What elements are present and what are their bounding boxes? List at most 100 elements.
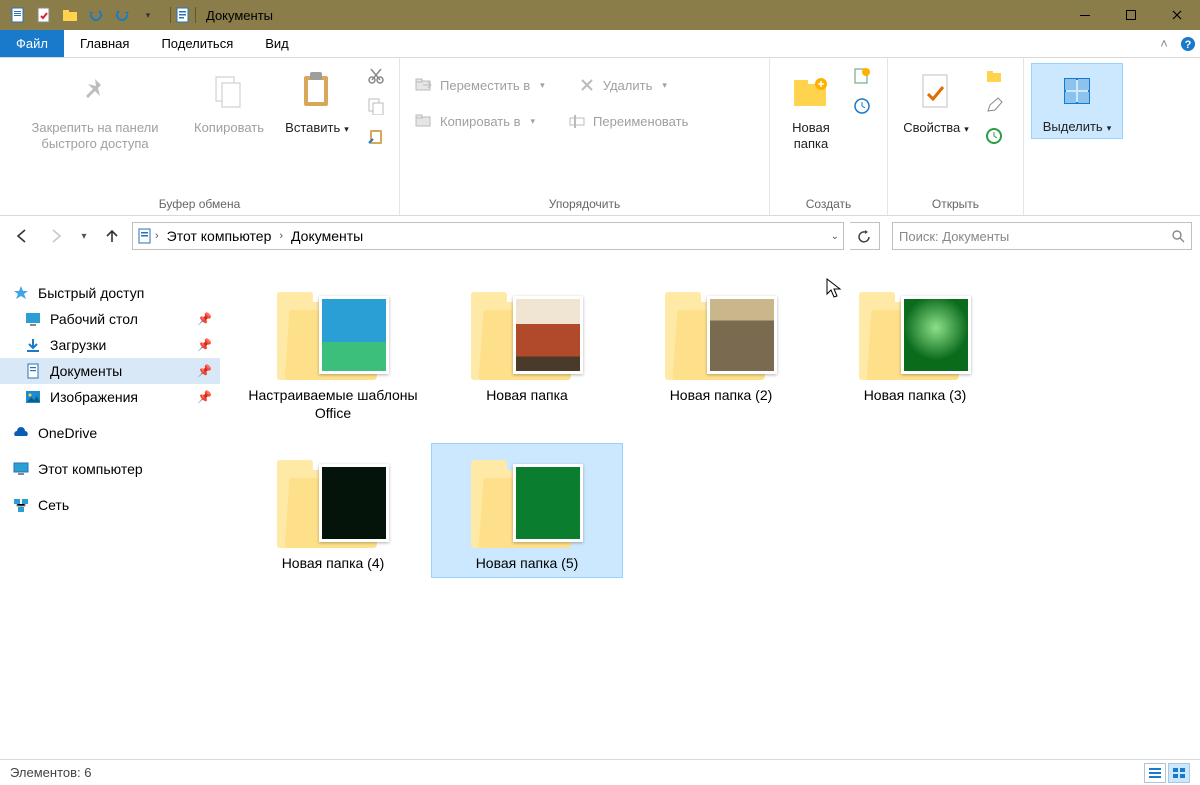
pin-icon: 📌 xyxy=(197,364,212,378)
history-button[interactable] xyxy=(982,124,1006,148)
view-details-button[interactable] xyxy=(1144,763,1166,783)
history-icon xyxy=(985,127,1003,145)
edit-icon xyxy=(985,97,1003,115)
qat-dropdown-icon[interactable]: ▾ xyxy=(138,5,158,25)
move-to-button[interactable]: Переместить в xyxy=(408,72,551,98)
title-separator xyxy=(170,7,171,23)
qat-properties-icon[interactable] xyxy=(34,5,54,25)
new-item-icon xyxy=(853,67,871,85)
folder-thumbnail xyxy=(855,280,975,380)
tab-view[interactable]: Вид xyxy=(249,30,305,57)
search-box[interactable]: Поиск: Документы xyxy=(892,222,1192,250)
address-bar[interactable]: › Этот компьютер › Документы ⌄ xyxy=(132,222,844,250)
pin-to-quick-access-button[interactable]: Закрепить на панели быстрого доступа xyxy=(8,64,182,157)
delete-icon xyxy=(577,75,597,95)
sidebar-item-documents[interactable]: Документы 📌 xyxy=(0,358,220,384)
sidebar-quick-access-label: Быстрый доступ xyxy=(38,285,144,301)
sidebar-quick-access[interactable]: Быстрый доступ xyxy=(0,280,220,306)
ribbon-group-clipboard-label: Буфер обмена xyxy=(0,195,399,215)
downloads-icon xyxy=(24,336,42,354)
titlebar: ▾ Документы xyxy=(0,0,1200,30)
back-button[interactable] xyxy=(8,222,36,250)
breadcrumb-root[interactable]: Этот компьютер xyxy=(161,228,278,244)
details-view-icon xyxy=(1148,767,1162,779)
sidebar-onedrive[interactable]: OneDrive xyxy=(0,420,220,446)
qat-redo-icon[interactable] xyxy=(112,5,132,25)
rename-icon xyxy=(567,111,587,131)
recent-locations-button[interactable]: ▾ xyxy=(76,222,92,250)
star-icon xyxy=(12,284,30,302)
folder-item[interactable]: Новая папка xyxy=(432,276,622,426)
folder-item[interactable]: Новая папка (3) xyxy=(820,276,1010,426)
folder-item[interactable]: Новая папка (2) xyxy=(626,276,816,426)
folder-item[interactable]: Новая папка (4) xyxy=(238,444,428,576)
qat-new-folder-icon[interactable] xyxy=(60,5,80,25)
ribbon-group-open-label: Открыть xyxy=(888,195,1023,215)
refresh-button[interactable] xyxy=(850,222,880,250)
folder-item-label: Новая папка (3) xyxy=(864,386,967,404)
sidebar-item-pictures[interactable]: Изображения 📌 xyxy=(0,384,220,410)
window-title: Документы xyxy=(200,8,273,23)
ribbon-group-new-label: Создать xyxy=(770,195,887,215)
file-list[interactable]: Настраиваемые шаблоны Office Новая папка… xyxy=(220,256,1200,759)
paste-shortcut-icon xyxy=(367,127,385,145)
rename-button[interactable]: Переименовать xyxy=(561,108,694,134)
new-folder-button[interactable]: Новая папка xyxy=(778,64,844,157)
tab-home[interactable]: Главная xyxy=(64,30,145,57)
copy-to-button[interactable]: Копировать в xyxy=(408,108,541,134)
cut-button[interactable] xyxy=(364,64,388,88)
delete-button[interactable]: Удалить xyxy=(571,72,673,98)
folder-item-label: Настраиваемые шаблоны Office xyxy=(243,386,423,422)
sidebar-network[interactable]: Сеть xyxy=(0,492,220,518)
tab-file[interactable]: Файл xyxy=(0,30,64,57)
folder-item[interactable]: Настраиваемые шаблоны Office xyxy=(238,276,428,426)
folder-item-label: Новая папка (4) xyxy=(282,554,385,572)
maximize-button[interactable] xyxy=(1108,0,1154,30)
ribbon-collapse-button[interactable]: ˄ xyxy=(1152,30,1176,57)
address-dropdown-icon[interactable]: ⌄ xyxy=(831,231,839,242)
up-button[interactable] xyxy=(98,222,126,250)
delete-label: Удалить xyxy=(603,78,653,93)
desktop-icon xyxy=(24,310,42,328)
folder-thumbnail xyxy=(467,448,587,548)
edit-button[interactable] xyxy=(982,94,1006,118)
onedrive-icon xyxy=(12,424,30,442)
ribbon-group-clipboard: Закрепить на панели быстрого доступа Коп… xyxy=(0,58,400,215)
new-item-button[interactable] xyxy=(850,64,874,88)
qat-undo-icon[interactable] xyxy=(86,5,106,25)
sidebar-item-downloads[interactable]: Загрузки 📌 xyxy=(0,332,220,358)
paste-label: Вставить xyxy=(285,120,349,136)
breadcrumb-current[interactable]: Документы xyxy=(285,228,369,244)
select-label: Выделить xyxy=(1043,119,1112,135)
properties-button[interactable]: Свойства xyxy=(896,64,976,140)
breadcrumb-sep-icon[interactable]: › xyxy=(279,230,283,242)
sidebar-item-label: Рабочий стол xyxy=(50,311,138,327)
easy-access-button[interactable] xyxy=(850,94,874,118)
tab-share[interactable]: Поделиться xyxy=(145,30,249,57)
paste-shortcut-button[interactable] xyxy=(364,124,388,148)
minimize-button[interactable] xyxy=(1062,0,1108,30)
copy-path-button[interactable] xyxy=(364,94,388,118)
view-large-icons-button[interactable] xyxy=(1168,763,1190,783)
close-button[interactable] xyxy=(1154,0,1200,30)
sidebar-item-label: Изображения xyxy=(50,389,138,405)
sidebar-item-desktop[interactable]: Рабочий стол 📌 xyxy=(0,306,220,332)
ribbon-group-select-label xyxy=(1024,209,1132,215)
select-button[interactable]: Выделить xyxy=(1032,64,1122,138)
paste-button[interactable]: Вставить xyxy=(276,64,358,140)
status-bar: Элементов: 6 xyxy=(0,759,1200,785)
copy-button[interactable]: Копировать xyxy=(188,64,270,140)
breadcrumb-sep-icon[interactable]: › xyxy=(155,230,159,242)
open-button[interactable] xyxy=(982,64,1006,88)
copy-icon xyxy=(210,73,248,111)
cursor-icon xyxy=(826,278,844,300)
move-to-label: Переместить в xyxy=(440,78,530,93)
sidebar-this-pc[interactable]: Этот компьютер xyxy=(0,456,220,482)
status-count-label: Элементов: xyxy=(10,765,81,780)
folder-item[interactable]: Новая папка (5) xyxy=(432,444,622,576)
forward-button[interactable] xyxy=(42,222,70,250)
select-icon xyxy=(1061,75,1093,107)
network-icon xyxy=(12,496,30,514)
qat-new-document-icon[interactable] xyxy=(8,5,28,25)
help-button[interactable]: ? xyxy=(1176,30,1200,57)
